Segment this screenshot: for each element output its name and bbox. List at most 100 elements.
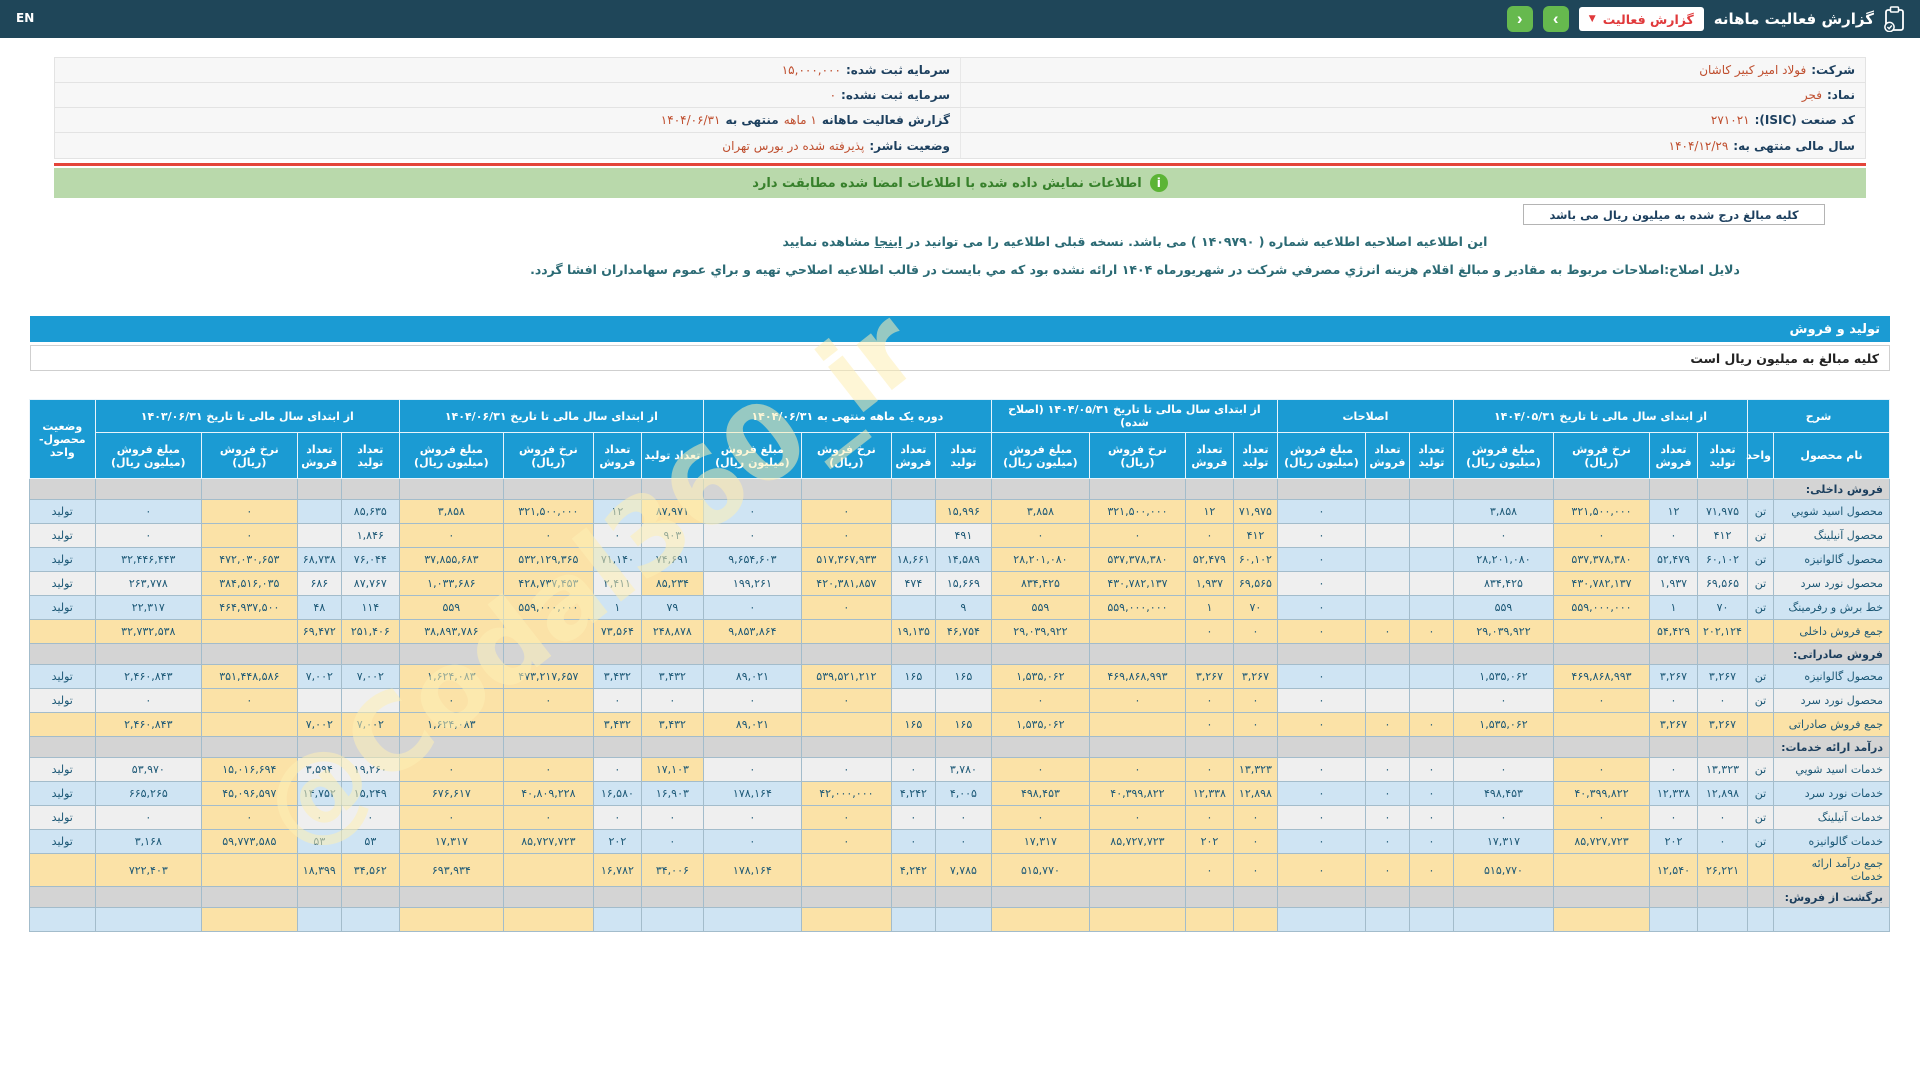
amendment-line2: دلایل اصلاح:اصلاحات مربوط به مقادیر و مب… [530,262,1740,277]
value-cell: ۰ [340,805,400,830]
status-cell [28,478,96,500]
status-column-header: وضعیت محصول-واحد [28,399,96,479]
empty-cell [990,478,1090,500]
info-cell-registered-capital: سرمایه ثبت شده: ۱۵,۰۰۰,۰۰۰ [55,58,960,82]
value-cell: ۰ [934,805,992,830]
value-cell [1408,688,1454,713]
value-cell: ۳,۵۹۴ [296,757,342,782]
value-cell: ۶۹,۵۶۵ [1232,571,1278,596]
value-cell: ۷۰ [1697,595,1748,620]
report-type-dropdown[interactable]: گزارش فعالیت ▼ [1578,7,1704,31]
value-cell [200,619,298,644]
value-cell: ۰ [1408,829,1454,854]
value-cell: ۰ [800,688,892,713]
unit-header: واحد [1746,432,1774,479]
value-cell: ۰ [800,757,892,782]
value-cell [1408,547,1454,572]
empty-cell [702,886,802,908]
value-cell: ۰ [94,688,202,713]
value-cell: ۳,۲۶۷ [1697,664,1748,689]
value-cell [934,907,992,932]
unit-cell [1747,853,1774,887]
info-cell-unregistered-capital: سرمایه ثبت نشده: ۰ [55,83,960,107]
value-cell [502,907,594,932]
language-toggle[interactable]: EN [16,11,34,25]
value-cell [990,907,1090,932]
empty-cell [890,478,936,500]
unit-note-box: کلیه مبالغ درج شده به میلیون ریال می باش… [1523,204,1825,225]
empty-cell [1184,886,1234,908]
nav-back-button[interactable]: ‹ [1506,6,1533,32]
empty-cell [890,643,936,665]
unit-cell [1747,886,1774,908]
value-cell: ۰ [702,523,802,548]
empty-cell [592,478,642,500]
previous-notice-link[interactable]: اینجا [874,234,902,249]
status-cell: تولید [28,757,96,782]
empty-cell [1088,886,1186,908]
section-row: فروش داخلی: [28,478,1890,500]
value-cell: ۱۹۹,۲۶۱ [702,571,802,596]
empty-cell [398,478,504,500]
value-cell: ۰ [592,523,642,548]
value-cell [1364,499,1410,524]
column-header: نرخ فروش (ریال) [200,432,298,479]
value-cell: ۷۱,۹۷۵ [1232,499,1278,524]
value-cell: ۰ [800,829,892,854]
table-row: خدمات اسید شویي تن ۱۳,۳۲۳ ۰ ۰ ۰ ۰ ۰ ۰ ۱۳,۳۲۳ ۰ ۰ ۰ ۳,… [28,757,1890,782]
value-cell: ۰ [200,499,298,524]
value-cell: ۰ [1452,757,1555,782]
value-cell: ۰ [1452,688,1555,713]
empty-cell [296,478,342,500]
table-row: محصول آنیلینگ تن ۴۱۲ ۰ ۰ ۰ ۰ ۴۱۲ ۰ ۰ ۰ ۴۹۱ ۰ ۰ ۹۰۳ ۰ ۰ ۰ ۱… [28,523,1890,548]
value-cell: ۰ [1364,781,1410,806]
product-name-cell: خدمات نورد سرد [1773,781,1890,806]
empty-cell [94,643,202,665]
value-cell [702,907,802,932]
value-cell: ۷۲۲,۴۰۳ [94,853,202,887]
info-label: وضعیت ناشر: [869,138,950,153]
empty-cell [1184,478,1234,500]
value-cell: ۰ [1408,781,1454,806]
value-cell: ۰ [1553,688,1650,713]
value-cell: ۱۳,۳۲۳ [1232,757,1278,782]
production-sales-table: شرح از ابتدای سال مالی تا تاریخ ۱۴۰۴/۰۵/۳… [28,399,1890,932]
value-cell: ۰ [1276,571,1366,596]
value-cell: ۶۰,۱۰۲ [1697,547,1748,572]
info-value: ۱۵,۰۰۰,۰۰۰ [781,63,841,77]
empty-cell [1364,736,1410,758]
value-cell: ۷۹ [640,595,704,620]
section-row: برگشت از فروش: [28,886,1890,908]
empty-cell [1088,643,1186,665]
value-cell [502,712,594,737]
value-cell: ۰ [1232,853,1278,887]
info-value: فولاد امیر کبیر کاشان [1699,63,1807,77]
value-cell: ۰ [1553,523,1650,548]
value-cell: ۴۹۱ [934,523,992,548]
value-cell: ۰ [702,595,802,620]
value-cell: ۸۵,۷۲۷,۷۲۳ [1088,829,1186,854]
value-cell [592,907,642,932]
column-header: تعداد فروش [890,432,936,479]
info-row: سال مالی منتهی به: ۱۴۰۴/۱۲/۲۹ وضعیت ناشر… [55,133,1865,158]
value-cell: ۲۴۸,۸۷۸ [640,619,704,644]
value-cell: ۵۳۷,۳۷۸,۳۸۰ [1088,547,1186,572]
value-cell: ۰ [1276,547,1366,572]
value-cell: ۲,۴۶۰,۸۴۳ [94,664,202,689]
value-cell [340,907,400,932]
info-value: ۰ [829,88,837,102]
nav-forward-button[interactable]: › [1542,6,1569,32]
value-cell: ۰ [1364,619,1410,644]
status-cell [28,907,96,932]
value-cell [296,688,342,713]
value-cell [1364,523,1410,548]
value-cell [1276,907,1366,932]
value-cell [296,907,342,932]
value-cell: ۸۹,۰۲۱ [702,712,802,737]
table-row: جمع فروش صادراتی ۳,۲۶۷ ۳,۲۶۷ ۱,۵۳۵,۰۶۲ ۰ ۰ ۰ ۰ ۰… [28,712,1890,737]
value-cell: ۲۸,۲۰۱,۰۸۰ [1452,547,1555,572]
value-cell: ۳۲,۴۴۶,۴۴۳ [94,547,202,572]
signed-match-text: اطلاعات نمایش داده شده با اطلاعات امضا ش… [752,175,1142,191]
info-row: نماد: فجر سرمایه ثبت نشده: ۰ [55,83,1865,108]
status-cell [28,712,96,737]
